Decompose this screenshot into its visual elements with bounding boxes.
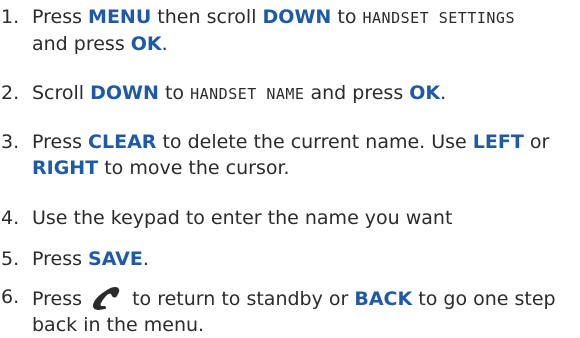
text: and press xyxy=(32,33,131,55)
step-number: 1. xyxy=(1,6,20,28)
step-text: Press SAVE. xyxy=(32,246,580,272)
text: or xyxy=(523,131,550,153)
step-line: RIGHT to move the cursor. xyxy=(32,155,580,181)
display-text-handset-name: HANDSET NAME xyxy=(190,85,305,103)
text: to go one step xyxy=(412,288,556,310)
key-save: SAVE xyxy=(88,248,143,270)
text: . xyxy=(142,248,149,270)
key-back: BACK xyxy=(354,288,413,310)
text: to delete the current name. Use xyxy=(156,131,473,153)
step-number: 3. xyxy=(1,131,20,153)
key-down: DOWN xyxy=(262,6,332,28)
step-line: Press SAVE. xyxy=(32,246,580,272)
key-ok: OK xyxy=(130,33,162,55)
text: . xyxy=(161,33,168,55)
step-text: Scroll DOWN to HANDSET NAME and press OK… xyxy=(32,80,580,107)
text: Press xyxy=(32,248,89,270)
text: Press xyxy=(32,288,89,310)
text: then scroll xyxy=(151,6,263,28)
step-number: 5. xyxy=(1,248,20,270)
step-1: 1. Press MENU then scroll DOWN to HANDSE… xyxy=(0,4,580,56)
step-3: 3. Press CLEAR to delete the current nam… xyxy=(0,129,580,181)
step-text: Press CLEAR to delete the current name. … xyxy=(32,129,580,181)
step-4: 4. Use the keypad to enter the name you … xyxy=(0,205,580,231)
step-6: 6. Press to return to standby or BACK to… xyxy=(0,284,580,336)
text: and press xyxy=(304,82,410,104)
key-ok: OK xyxy=(409,82,441,104)
step-5: 5. Press SAVE. xyxy=(0,246,580,272)
text: back in the menu. xyxy=(32,314,205,336)
text: Use the keypad to enter the name you wan… xyxy=(32,207,453,229)
step-line: Use the keypad to enter the name you wan… xyxy=(32,205,580,231)
text: to move the cursor. xyxy=(98,157,290,179)
step-number: 2. xyxy=(1,82,20,104)
step-line: Press CLEAR to delete the current name. … xyxy=(32,129,580,155)
step-number: 4. xyxy=(1,207,20,229)
step-line: Press MENU then scroll DOWN to HANDSET S… xyxy=(32,4,580,31)
key-right: RIGHT xyxy=(32,157,99,179)
step-text: Press to return to standby or BACK to go… xyxy=(32,284,580,338)
step-2: 2. Scroll DOWN to HANDSET NAME and press… xyxy=(0,80,580,106)
key-left: LEFT xyxy=(472,131,524,153)
step-line: back in the menu. xyxy=(32,312,580,338)
text: Press xyxy=(32,6,89,28)
text: to return to standby or xyxy=(126,288,355,310)
step-line: Press to return to standby or BACK to go… xyxy=(32,284,580,312)
text: Press xyxy=(32,131,89,153)
text: . xyxy=(440,82,447,104)
step-number: 6. xyxy=(1,286,20,308)
key-menu: MENU xyxy=(88,6,152,28)
step-line: Scroll DOWN to HANDSET NAME and press OK… xyxy=(32,80,580,107)
step-text: Press MENU then scroll DOWN to HANDSET S… xyxy=(32,4,580,57)
step-text: Use the keypad to enter the name you wan… xyxy=(32,205,580,231)
text: to xyxy=(158,82,191,104)
end-call-phone-icon xyxy=(93,287,120,310)
display-text-handset-settings: HANDSET SETTINGS xyxy=(362,9,515,27)
key-down: DOWN xyxy=(90,82,159,104)
key-clear: CLEAR xyxy=(88,131,157,153)
text: to xyxy=(331,6,363,28)
step-line: and press OK. xyxy=(32,31,580,57)
text: Scroll xyxy=(32,82,91,104)
